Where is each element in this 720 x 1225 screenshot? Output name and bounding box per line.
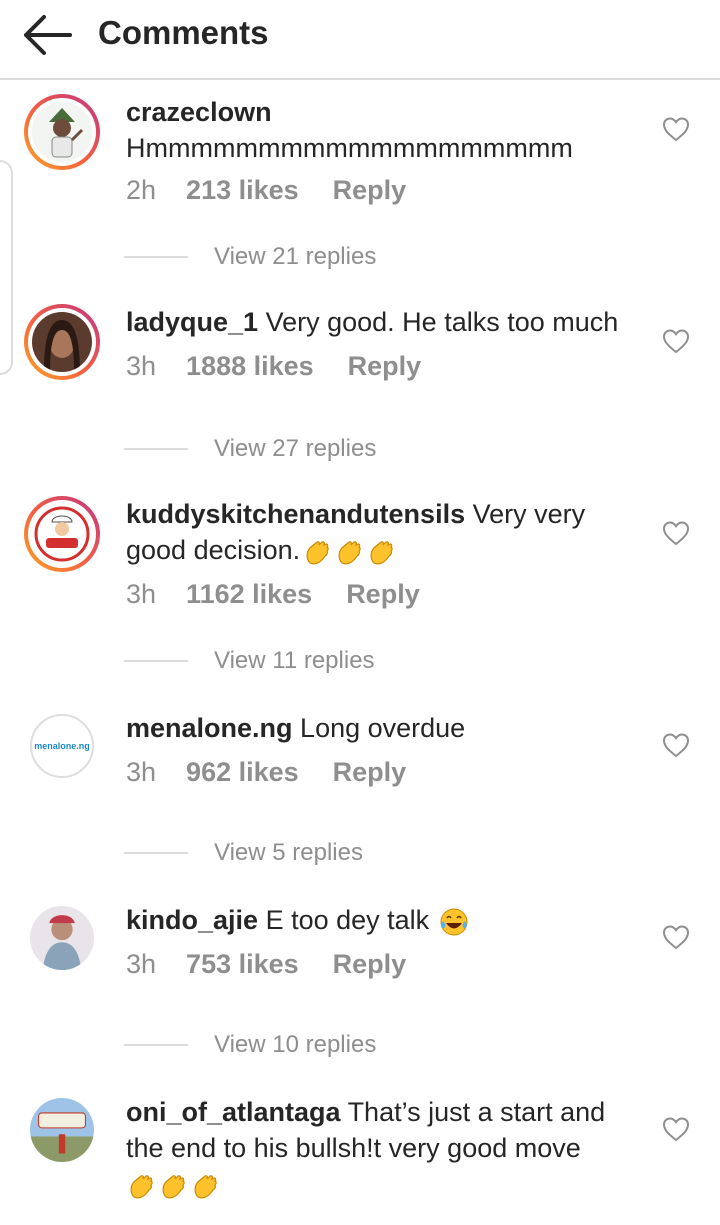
replies-divider	[124, 1044, 188, 1046]
tears-of-joy-icon	[439, 907, 469, 937]
reply-button[interactable]: Reply	[333, 949, 407, 979]
reply-button[interactable]: Reply	[346, 579, 420, 609]
avatar-image	[32, 504, 92, 564]
comment-body: Hmmmmmmmmmmmmmmmmmmm	[126, 133, 573, 163]
view-replies-label: View 11 replies	[214, 647, 375, 674]
heart-icon	[662, 733, 690, 758]
comment-body: Very good. He talks too much	[265, 307, 619, 337]
comment-text: menalone.ng Long overdue	[126, 710, 646, 746]
heart-icon	[662, 329, 690, 354]
heart-icon	[662, 521, 690, 546]
reply-button[interactable]: Reply	[348, 351, 422, 381]
comment-likes[interactable]: 213 likes	[186, 175, 299, 205]
clapping-hands-icon	[302, 537, 332, 567]
like-button[interactable]	[662, 328, 690, 354]
avatar-logo-text: menalone.ng	[34, 741, 90, 751]
reply-button[interactable]: Reply	[333, 175, 407, 205]
avatar[interactable]	[24, 496, 100, 572]
heart-icon	[662, 117, 690, 142]
clapping-hands-icon	[366, 537, 396, 567]
like-button[interactable]	[662, 520, 690, 546]
header-bar: Comments	[0, 0, 720, 80]
comment-time: 3h	[126, 351, 157, 381]
comment-username[interactable]: oni_of_atlantaga	[126, 1097, 341, 1127]
comment-time: 3h	[126, 579, 157, 609]
replies-divider	[124, 256, 188, 258]
clapping-hands-icon	[334, 537, 364, 567]
back-button[interactable]	[18, 10, 78, 60]
like-button[interactable]	[662, 732, 690, 758]
comment-body: Long overdue	[300, 713, 466, 743]
avatar[interactable]	[30, 906, 94, 970]
page-title: Comments	[98, 14, 269, 51]
replies-divider	[124, 448, 188, 450]
like-button[interactable]	[662, 924, 690, 950]
comment-body: E too dey talk	[265, 905, 430, 935]
comment-meta: 2h 213 likes Reply	[126, 172, 406, 208]
avatar-image	[30, 906, 94, 970]
comment-likes[interactable]: 1162 likes	[186, 579, 312, 609]
side-panel-edge[interactable]	[0, 160, 13, 375]
comment-likes[interactable]: 962 likes	[186, 757, 299, 787]
comment-text: kindo_ajie E too dey talk	[126, 902, 646, 938]
comment-text: oni_of_atlantaga That’s just a start and…	[126, 1094, 646, 1202]
comment-meta: 3h 1162 likes Reply	[126, 576, 420, 612]
comment-username[interactable]: menalone.ng	[126, 713, 293, 743]
comment-text: kuddyskitchenandutensils Very very good …	[126, 496, 646, 568]
avatar-image	[30, 1098, 94, 1162]
comment-time: 3h	[126, 949, 157, 979]
comment-username[interactable]: ladyque_1	[126, 307, 258, 337]
avatar[interactable]: menalone.ng	[30, 714, 94, 778]
comment-text: crazeclown Hmmmmmmmmmmmmmmmmmmm	[126, 94, 646, 166]
comment-username[interactable]: kindo_ajie	[126, 905, 258, 935]
comment-meta: 3h 962 likes Reply	[126, 754, 406, 790]
avatar-image	[32, 102, 92, 162]
comment-meta: 3h 753 likes Reply	[126, 946, 406, 982]
view-replies-label: View 10 replies	[214, 1031, 377, 1058]
comment-time: 3h	[126, 757, 157, 787]
heart-icon	[662, 1117, 690, 1142]
comment-username[interactable]: crazeclown	[126, 97, 272, 127]
clapping-hands-icon	[190, 1171, 220, 1201]
replies-divider	[124, 660, 188, 662]
like-button[interactable]	[662, 1116, 690, 1142]
avatar[interactable]	[24, 94, 100, 170]
like-button[interactable]	[662, 116, 690, 142]
avatar-image	[32, 312, 92, 372]
view-replies-label: View 27 replies	[214, 435, 377, 462]
replies-divider	[124, 852, 188, 854]
comment-likes[interactable]: 753 likes	[186, 949, 299, 979]
arrow-left-icon	[24, 15, 72, 55]
comment-meta: 3h 1888 likes Reply	[126, 348, 421, 384]
clapping-hands-icon	[126, 1171, 156, 1201]
comment-time: 2h	[126, 175, 157, 205]
avatar[interactable]	[24, 304, 100, 380]
clapping-hands-icon	[158, 1171, 188, 1201]
avatar[interactable]	[30, 1098, 94, 1162]
view-replies-label: View 21 replies	[214, 243, 377, 270]
comment-username[interactable]: kuddyskitchenandutensils	[126, 499, 465, 529]
heart-icon	[662, 925, 690, 950]
comment-text: ladyque_1 Very good. He talks too much	[126, 304, 646, 340]
view-replies-label: View 5 replies	[214, 839, 363, 866]
reply-button[interactable]: Reply	[333, 757, 407, 787]
comment-likes[interactable]: 1888 likes	[186, 351, 314, 381]
